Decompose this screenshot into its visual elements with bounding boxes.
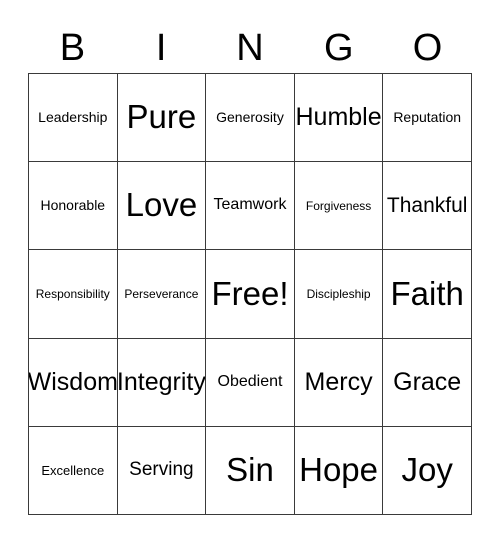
bingo-cell-label: Perseverance xyxy=(124,286,199,301)
bingo-row: Responsibility Perseverance Free! Discip… xyxy=(29,250,472,339)
bingo-cell-i4[interactable]: Integrity xyxy=(117,338,207,427)
bingo-cell-label: Thankful xyxy=(386,193,468,217)
bingo-cell-label: Teamwork xyxy=(213,196,287,214)
bingo-cell-i2[interactable]: Love xyxy=(117,162,207,251)
bingo-header-letter-g: G xyxy=(324,26,354,69)
bingo-cell-label: Excellence xyxy=(41,462,105,478)
bingo-header-letter-b: B xyxy=(59,26,86,69)
bingo-grid: Leadership Pure Generosity Humble Reputa… xyxy=(28,73,472,516)
bingo-cell-n1[interactable]: Generosity xyxy=(206,74,295,163)
bingo-cell-i3[interactable]: Perseverance xyxy=(117,250,207,339)
bingo-cell-g4[interactable]: Mercy xyxy=(294,338,384,427)
bingo-cell-label: Leadership xyxy=(38,109,108,126)
bingo-cell-label: Obedient xyxy=(217,372,283,390)
bingo-cell-label: Mercy xyxy=(304,368,373,397)
bingo-cell-n4[interactable]: Obedient xyxy=(206,338,295,427)
bingo-cell-b5[interactable]: Excellence xyxy=(29,426,118,516)
bingo-cell-i1[interactable]: Pure xyxy=(117,74,207,163)
bingo-cell-label: Responsibility xyxy=(35,286,110,301)
bingo-cell-b2[interactable]: Honorable xyxy=(29,162,118,251)
bingo-cell-label: Honorable xyxy=(40,197,106,214)
bingo-cell-label: Joy xyxy=(401,451,453,489)
bingo-cell-o2[interactable]: Thankful xyxy=(383,162,472,251)
bingo-row: Leadership Pure Generosity Humble Reputa… xyxy=(29,74,472,163)
bingo-cell-label: Discipleship xyxy=(306,286,371,301)
bingo-row: Wisdom Integrity Obedient Mercy Grace xyxy=(29,338,472,427)
bingo-cell-g3[interactable]: Discipleship xyxy=(294,250,384,339)
bingo-cell-o3[interactable]: Faith xyxy=(383,250,472,339)
bingo-cell-g1[interactable]: Humble xyxy=(294,74,384,163)
bingo-cell-g5[interactable]: Hope xyxy=(294,426,384,516)
bingo-cell-label: Sin xyxy=(226,451,274,489)
bingo-row: Excellence Serving Sin Hope Joy xyxy=(29,426,472,516)
bingo-header-letter-n: N xyxy=(236,26,264,69)
bingo-cell-label: Forgiveness xyxy=(305,198,372,213)
bingo-card: B I N G O Leadership Pure Generosity Hum… xyxy=(0,0,500,544)
bingo-cell-label: Wisdom xyxy=(29,368,118,397)
bingo-cell-g2[interactable]: Forgiveness xyxy=(294,162,384,251)
bingo-cell-label: Generosity xyxy=(216,109,284,126)
bingo-header-row: B I N G O xyxy=(28,22,472,73)
bingo-cell-label: Humble xyxy=(295,103,382,132)
bingo-cell-b4[interactable]: Wisdom xyxy=(29,338,118,427)
bingo-cell-label: Serving xyxy=(129,459,194,481)
bingo-header-letter-o: O xyxy=(412,26,443,69)
bingo-cell-o5[interactable]: Joy xyxy=(383,426,472,516)
bingo-cell-b1[interactable]: Leadership xyxy=(29,74,118,163)
bingo-cell-b3[interactable]: Responsibility xyxy=(29,250,118,339)
bingo-cell-label: Reputation xyxy=(393,109,462,126)
bingo-cell-label: Pure xyxy=(126,98,197,136)
bingo-cell-free-space[interactable]: Free! xyxy=(206,250,295,339)
bingo-cell-i5[interactable]: Serving xyxy=(117,426,207,516)
bingo-cell-o1[interactable]: Reputation xyxy=(383,74,472,163)
bingo-cell-label: Love xyxy=(125,186,198,224)
bingo-cell-label: Integrity xyxy=(117,368,206,397)
bingo-cell-label: Hope xyxy=(299,451,379,489)
bingo-row: Honorable Love Teamwork Forgiveness Than… xyxy=(29,162,472,251)
bingo-cell-label: Faith xyxy=(390,274,464,312)
bingo-header-letter-i: I xyxy=(155,26,167,69)
bingo-cell-label: Grace xyxy=(393,368,462,397)
bingo-free-space-label: Free! xyxy=(211,274,289,312)
bingo-cell-n5[interactable]: Sin xyxy=(206,426,295,516)
bingo-cell-n2[interactable]: Teamwork xyxy=(206,162,295,251)
bingo-cell-o4[interactable]: Grace xyxy=(383,338,472,427)
